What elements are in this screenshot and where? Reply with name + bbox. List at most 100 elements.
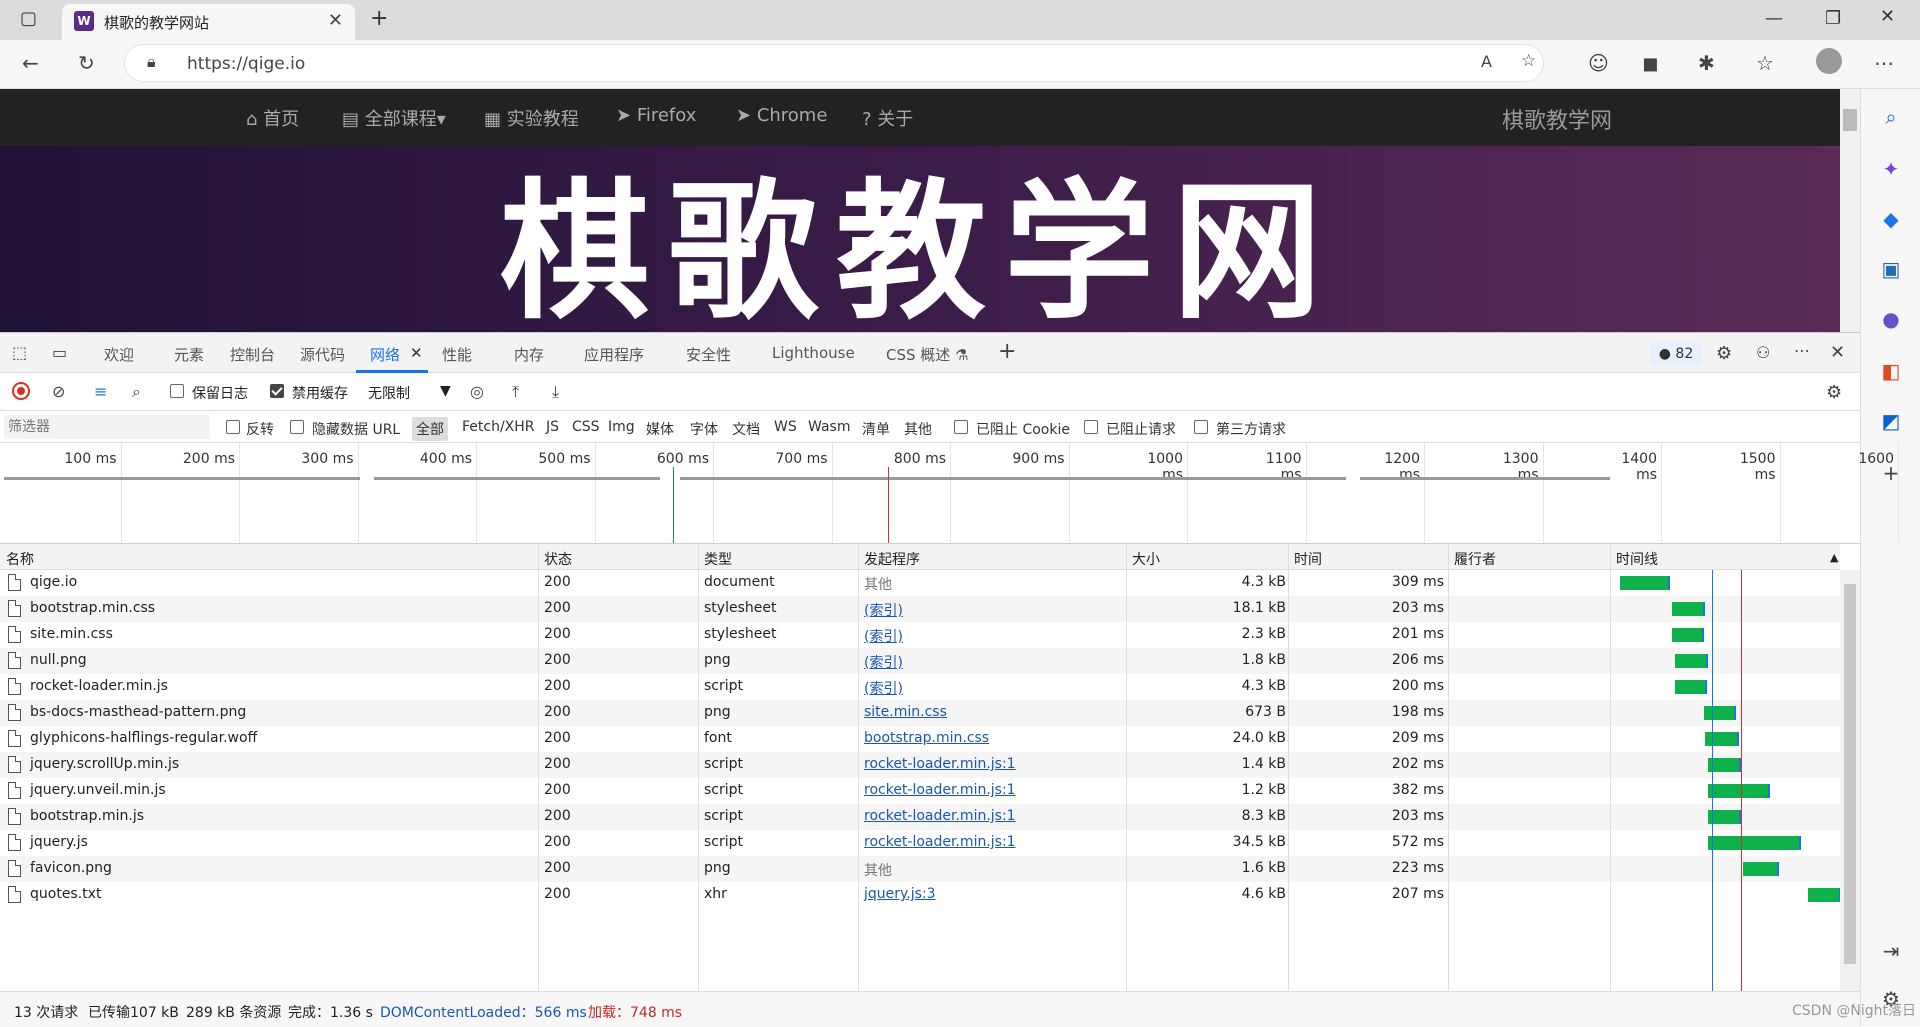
filter-type-manifest[interactable]: 清单 <box>862 419 890 439</box>
filter-type-fetch-xhr[interactable]: Fetch/XHR <box>462 419 535 435</box>
more-options-icon[interactable]: ⋯ <box>1794 341 1810 360</box>
column-initiator[interactable]: 发起程序 <box>864 549 920 569</box>
table-row[interactable]: rocket-loader.min.js 200 script (索引) 4.3 kB 2… <box>0 674 1840 700</box>
request-name[interactable]: bootstrap.min.js <box>30 808 144 824</box>
request-initiator[interactable]: (索引) <box>864 626 903 646</box>
filter-type-media[interactable]: 媒体 <box>646 419 674 439</box>
table-row[interactable]: site.min.css 200 stylesheet (索引) 2.3 kB 201 m… <box>0 622 1840 648</box>
request-initiator[interactable]: rocket-loader.min.js:1 <box>864 834 1016 850</box>
outlook-icon[interactable]: ◩ <box>1879 409 1903 433</box>
restore-icon[interactable]: ❐ <box>1825 8 1841 29</box>
column-divider[interactable] <box>698 544 699 991</box>
table-row[interactable]: glyphicons-halflings-regular.woff 200 font… <box>0 726 1840 752</box>
request-initiator[interactable]: (索引) <box>864 678 903 698</box>
issues-badge[interactable]: ● 82 <box>1650 342 1702 366</box>
filter-type-font[interactable]: 字体 <box>690 419 718 439</box>
filter-type-other[interactable]: 其他 <box>904 419 932 439</box>
tab-security[interactable]: 安全性 <box>686 344 731 365</box>
tab-css-overview[interactable]: CSS 概述 ⚗ <box>886 344 969 365</box>
filter-type-ws[interactable]: WS <box>774 419 797 435</box>
request-name[interactable]: null.png <box>30 652 87 668</box>
request-name[interactable]: favicon.png <box>30 860 112 876</box>
add-tab-icon[interactable]: + <box>998 339 1016 364</box>
close-network-tab-icon[interactable]: ✕ <box>410 344 423 362</box>
nav-lab[interactable]: ▦ 实验教程 <box>484 105 579 131</box>
request-name[interactable]: qige.io <box>30 574 77 590</box>
column-name[interactable]: 名称 <box>6 549 34 569</box>
nav-firefox[interactable]: ➤ Firefox <box>616 105 696 126</box>
extension-2-icon[interactable]: ◼ <box>1642 51 1659 75</box>
favorite-icon[interactable]: ☆ <box>1521 51 1536 71</box>
back-icon[interactable]: ← <box>22 51 39 75</box>
column-type[interactable]: 类型 <box>704 549 732 569</box>
tab-elements[interactable]: 元素 <box>174 344 204 365</box>
tab-performance[interactable]: 性能 <box>442 344 472 365</box>
tab-application[interactable]: 应用程序 <box>584 344 644 365</box>
page-scroll-thumb[interactable] <box>1843 109 1857 131</box>
inspect-element-icon[interactable]: ⬚ <box>12 343 27 362</box>
tab-sources[interactable]: 源代码 <box>300 344 345 365</box>
request-name[interactable]: jquery.unveil.min.js <box>30 782 166 798</box>
request-name[interactable]: bootstrap.min.css <box>30 600 155 616</box>
disable-cache-checkbox[interactable] <box>270 384 284 398</box>
table-row[interactable]: bootstrap.min.js 200 script rocket-loader.m… <box>0 804 1840 830</box>
column-divider[interactable] <box>1448 544 1449 991</box>
office-icon[interactable]: ◧ <box>1879 359 1903 383</box>
request-initiator[interactable]: rocket-loader.min.js:1 <box>864 808 1016 824</box>
request-name[interactable]: jquery.scrollUp.min.js <box>30 756 179 772</box>
hide-data-urls-checkbox[interactable] <box>290 420 304 434</box>
import-har-icon[interactable]: ⤒ <box>512 382 519 402</box>
site-brand[interactable]: 棋歌教学网 <box>1502 103 1612 135</box>
column-status[interactable]: 状态 <box>544 549 572 569</box>
customize-icon[interactable]: ⚇ <box>1756 343 1770 362</box>
close-tab-icon[interactable]: ✕ <box>328 10 343 31</box>
shopping-icon[interactable]: ◆ <box>1879 207 1903 231</box>
table-scroll-thumb[interactable] <box>1844 584 1856 964</box>
copilot-icon[interactable]: ✦ <box>1879 157 1903 181</box>
column-waterfall[interactable]: 时间线 <box>1616 549 1658 569</box>
column-divider[interactable] <box>1610 544 1611 991</box>
browser-tab[interactable]: W 棋歌的教学网站 ✕ <box>62 4 355 40</box>
request-initiator[interactable]: (索引) <box>864 652 903 672</box>
table-row[interactable]: qige.io 200 document 其他 4.3 kB 309 ms <box>0 570 1840 596</box>
request-name[interactable]: rocket-loader.min.js <box>30 678 168 694</box>
filter-input[interactable] <box>4 415 210 439</box>
nav-about[interactable]: ? 关于 <box>862 105 913 131</box>
games-icon[interactable]: ● <box>1879 307 1903 331</box>
search-network-icon[interactable]: ⌕ <box>132 382 141 402</box>
nav-home[interactable]: ⌂ 首页 <box>246 105 299 131</box>
column-divider[interactable] <box>538 544 539 991</box>
network-overview[interactable]: 100 ms 200 ms 300 ms 400 ms 500 ms 600 ms 700 … <box>0 443 1899 544</box>
table-row[interactable]: jquery.scrollUp.min.js 200 script rocket-lo… <box>0 752 1840 778</box>
filter-type-css[interactable]: CSS <box>572 419 600 435</box>
export-har-icon[interactable]: ⤓ <box>552 382 559 402</box>
table-scrollbar[interactable] <box>1840 570 1860 991</box>
tab-network[interactable]: 网络 <box>370 344 400 365</box>
close-window-icon[interactable]: ✕ <box>1880 6 1895 27</box>
table-row[interactable]: bootstrap.min.css 200 stylesheet (索引) 18.1 k… <box>0 596 1840 622</box>
column-divider[interactable] <box>858 544 859 991</box>
nav-chrome[interactable]: ➤ Chrome <box>736 105 827 126</box>
column-size[interactable]: 大小 <box>1132 549 1160 569</box>
filter-icon[interactable]: ≡ <box>94 382 107 401</box>
sort-asc-icon[interactable]: ▲ <box>1830 551 1838 564</box>
column-divider[interactable] <box>1288 544 1289 991</box>
page-scrollbar[interactable] <box>1840 89 1860 332</box>
filter-type-img[interactable]: Img <box>608 419 635 435</box>
refresh-icon[interactable]: ↻ <box>78 51 95 75</box>
tab-memory[interactable]: 内存 <box>514 344 544 365</box>
new-tab-icon[interactable]: + <box>370 6 388 31</box>
invert-checkbox[interactable] <box>226 420 240 434</box>
request-initiator[interactable]: (索引) <box>864 600 903 620</box>
nav-all-courses[interactable]: ▤ 全部课程▾ <box>342 105 446 131</box>
request-initiator[interactable]: rocket-loader.min.js:1 <box>864 782 1016 798</box>
lock-icon[interactable]: 🔒︎ <box>147 52 156 72</box>
filter-type-wasm[interactable]: Wasm <box>808 419 850 435</box>
table-row[interactable]: jquery.js 200 script rocket-loader.min.js:1… <box>0 830 1840 856</box>
filter-type-doc[interactable]: 文档 <box>732 419 760 439</box>
request-name[interactable]: jquery.js <box>30 834 88 850</box>
column-fulfilled-by[interactable]: 履行者 <box>1454 549 1496 569</box>
profile-avatar[interactable] <box>1816 48 1842 74</box>
request-initiator[interactable]: rocket-loader.min.js:1 <box>864 756 1016 772</box>
table-row[interactable]: bs-docs-masthead-pattern.png 200 png site.m… <box>0 700 1840 726</box>
